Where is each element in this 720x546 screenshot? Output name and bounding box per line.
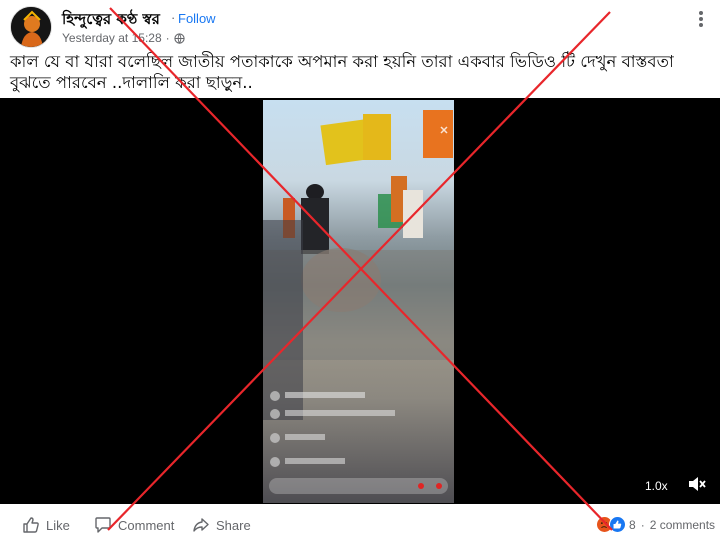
follow-button[interactable]: Follow <box>178 11 216 26</box>
follow-separator: · <box>171 10 176 25</box>
share-icon <box>193 518 209 532</box>
like-label: Like <box>46 517 70 533</box>
meta-separator: · <box>165 31 170 45</box>
share-button[interactable]: Share <box>192 516 251 534</box>
volume-icon[interactable] <box>686 473 708 495</box>
comment-label: Comment <box>118 517 175 533</box>
like-reaction-icon <box>609 516 626 533</box>
like-icon <box>23 517 39 533</box>
page-name[interactable]: হিন্দুত্বের কণ্ঠ স্বর <box>62 8 160 33</box>
globe-icon <box>174 32 185 44</box>
more-options-icon[interactable] <box>690 8 712 30</box>
like-button[interactable]: Like <box>22 516 70 534</box>
post-meta: Yesterday at 15:28 · <box>62 31 185 45</box>
post-header: হিন্দুত্বের কণ্ঠ স্বর · Follow Yesterday… <box>0 0 720 50</box>
video-scene <box>263 110 454 494</box>
reaction-summary[interactable]: 8 · 2 comments <box>596 516 715 533</box>
video-frame <box>263 100 454 503</box>
post-actions-bar: Like Comment Share 8 · 2 comments <box>0 506 720 546</box>
playback-speed[interactable]: 1.0x <box>645 479 668 493</box>
reaction-count: 8 <box>629 517 636 532</box>
page-avatar[interactable] <box>10 6 52 48</box>
post-caption: কাল যে বা যারা বলেছিল জাতীয় পতাকাকে অপম… <box>10 52 674 92</box>
share-label: Share <box>216 517 251 533</box>
avatar-image <box>11 7 51 47</box>
comment-icon <box>95 517 111 533</box>
reaction-separator: · <box>640 517 645 532</box>
video-player[interactable]: 1.0x <box>0 98 720 504</box>
comments-count-link[interactable]: 2 comments <box>650 518 715 532</box>
comment-button[interactable]: Comment <box>94 516 174 534</box>
post-timestamp[interactable]: Yesterday at 15:28 <box>62 31 162 45</box>
